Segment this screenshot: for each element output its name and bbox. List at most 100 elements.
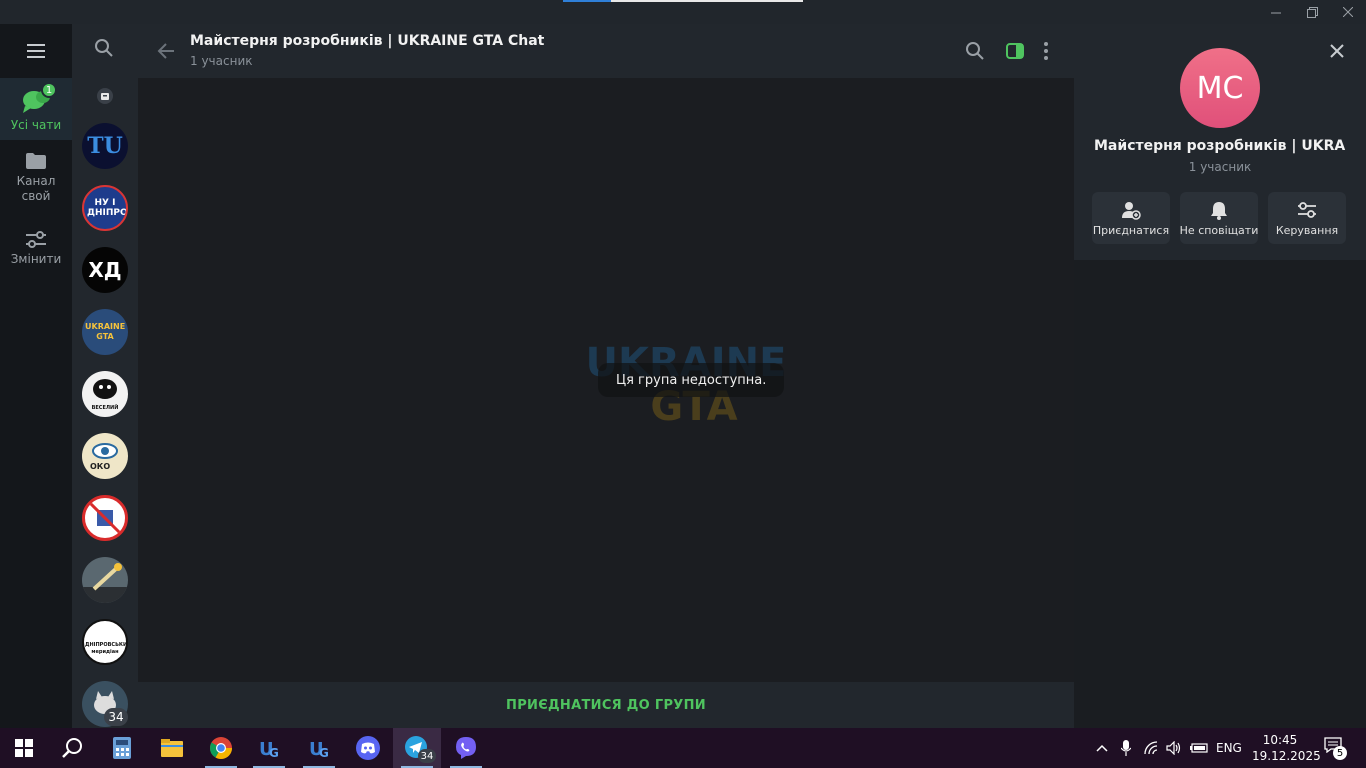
- chat-avatar-nu-i-dnipro[interactable]: НУ І ДНІПРО: [82, 185, 128, 231]
- loading-strip: [563, 0, 803, 2]
- clock-time: 10:45: [1262, 733, 1298, 747]
- notification-count: 5: [1333, 746, 1347, 760]
- chat-avatar-rocket[interactable]: [82, 557, 128, 603]
- microphone-indicator[interactable]: [1121, 728, 1131, 768]
- main-menu-button[interactable]: [0, 24, 72, 78]
- manage-action-button[interactable]: Керування: [1268, 192, 1346, 244]
- chat-avatar-oko[interactable]: ОКО: [82, 433, 128, 479]
- system-clock[interactable]: 10:45 19.12.2025: [1252, 732, 1321, 764]
- sliders-icon: [1298, 201, 1316, 218]
- group-avatar[interactable]: MC: [1180, 48, 1260, 128]
- sliders-icon: [26, 231, 46, 248]
- file-explorer-app[interactable]: [148, 728, 196, 768]
- folder-icon: [161, 739, 183, 757]
- restore-button[interactable]: [1294, 0, 1330, 24]
- notification-icon: 5: [1324, 737, 1347, 760]
- folder-label: Канал свой: [16, 174, 56, 203]
- search-icon: [62, 738, 82, 758]
- toggle-info-panel-button[interactable]: [1005, 41, 1025, 65]
- chat-search-button[interactable]: [965, 41, 985, 65]
- group-name: Майстерня розробників | UKRAI...: [1094, 138, 1346, 154]
- action-label: Керування: [1275, 223, 1339, 237]
- viber-app[interactable]: [442, 728, 490, 768]
- chat-messages-area: UKRAINE GTA Ця група недоступна.: [138, 78, 1074, 682]
- eye-icon: [92, 443, 118, 459]
- app-logo-icon: UG: [309, 739, 329, 759]
- minimize-button[interactable]: [1258, 0, 1294, 24]
- calculator-app[interactable]: [98, 728, 146, 768]
- clock-date: 19.12.2025: [1252, 749, 1321, 763]
- more-options-button[interactable]: [1042, 41, 1050, 65]
- group-info-panel: MC Майстерня розробників | UKRAI... 1 уч…: [1074, 24, 1366, 728]
- chevron-up-icon: [1096, 744, 1108, 752]
- group-member-count: 1 учасник: [1188, 160, 1252, 174]
- taskbar-search-button[interactable]: [48, 728, 96, 768]
- join-group-button[interactable]: ПРИЄДНАТИСЯ ДО ГРУПИ: [506, 698, 706, 713]
- bell-icon: [1211, 201, 1227, 220]
- app-launcher-1[interactable]: UG: [245, 728, 293, 768]
- unread-badge: 1: [41, 82, 57, 98]
- windows-logo-icon: [15, 739, 33, 757]
- discord-icon: [356, 736, 380, 760]
- folder-icon: [26, 153, 46, 169]
- action-label: Не сповіщати: [1179, 223, 1259, 237]
- chrome-icon: [210, 737, 232, 759]
- network-indicator[interactable]: [1144, 728, 1160, 768]
- unread-count-badge: 34: [104, 708, 128, 726]
- window-titlebar: [0, 0, 1366, 24]
- archive-button[interactable]: [97, 88, 113, 104]
- start-button[interactable]: [0, 728, 48, 768]
- calculator-icon: [113, 737, 131, 759]
- member-count: 1 учасник: [190, 54, 253, 68]
- language-indicator[interactable]: ENG: [1216, 728, 1242, 768]
- close-panel-button[interactable]: [1328, 42, 1346, 64]
- telegram-icon: 34: [404, 735, 436, 763]
- folder-edit[interactable]: Змінити: [0, 230, 72, 280]
- hamburger-icon: [27, 44, 45, 58]
- folder-all-chats[interactable]: 1 Усі чати: [0, 78, 72, 140]
- app-logo-icon: UG: [259, 739, 279, 759]
- svg-text:G: G: [269, 746, 279, 759]
- chrome-app[interactable]: [197, 728, 245, 768]
- close-icon: [1330, 44, 1344, 58]
- microphone-icon: [1121, 740, 1131, 756]
- svg-text:G: G: [319, 746, 329, 759]
- chat-avatar-forbidden[interactable]: [82, 495, 128, 541]
- discord-app[interactable]: [344, 728, 392, 768]
- mute-action-button[interactable]: Не сповіщати: [1180, 192, 1258, 244]
- show-hidden-icons-button[interactable]: [1096, 728, 1108, 768]
- folders-sidebar: 1 Усі чати Канал свой Змінити: [0, 24, 72, 728]
- search-icon: [95, 39, 113, 57]
- volume-indicator[interactable]: [1166, 728, 1182, 768]
- back-button[interactable]: [156, 41, 176, 65]
- join-action-button[interactable]: Приєднатися: [1092, 192, 1170, 244]
- battery-indicator[interactable]: [1190, 728, 1208, 768]
- action-label: Приєднатися: [1092, 223, 1170, 237]
- chat-list: TU НУ І ДНІПРО ХД UKRAINE GTA ВЕСЕЛИЙ ОК…: [72, 24, 138, 728]
- close-window-button[interactable]: [1330, 0, 1366, 24]
- search-button[interactable]: [94, 38, 114, 62]
- add-user-icon: [1122, 201, 1141, 220]
- telegram-badge: 34: [418, 749, 436, 763]
- folder-label: Усі чати: [10, 118, 62, 132]
- chat-avatar-ukraine-gta[interactable]: UKRAINE GTA: [82, 309, 128, 355]
- folder-channel[interactable]: Канал свой: [0, 152, 72, 212]
- notification-center-button[interactable]: 5: [1324, 728, 1347, 768]
- back-arrow-icon: [157, 43, 174, 59]
- chat-avatar-tu[interactable]: TU: [82, 123, 128, 169]
- join-group-bar[interactable]: ПРИЄДНАТИСЯ ДО ГРУПИ: [138, 682, 1074, 728]
- kebab-menu-icon: [1044, 42, 1048, 60]
- archive-icon: [101, 93, 109, 100]
- chat-avatar-dniprovskyi[interactable]: ДНІПРОВСЬКИЙ меридіан: [82, 619, 128, 665]
- chat-avatar-veselyi[interactable]: ВЕСЕЛИЙ: [82, 371, 128, 417]
- group-info-header: MC Майстерня розробників | UKRAI... 1 уч…: [1074, 24, 1366, 260]
- sidebar-panel-icon: [1006, 43, 1024, 59]
- chat-header: Майстерня розробників | UKRAINE GTA Chat…: [138, 24, 1074, 78]
- group-unavailable-message: Ця група недоступна.: [598, 363, 785, 397]
- telegram-app[interactable]: 34: [393, 728, 441, 768]
- app-launcher-2[interactable]: UG: [295, 728, 343, 768]
- wifi-icon: [1144, 741, 1158, 755]
- chat-avatar-hd[interactable]: ХД: [82, 247, 128, 293]
- chat-title[interactable]: Майстерня розробників | UKRAINE GTA Chat: [190, 33, 544, 49]
- prohibited-icon: [87, 500, 123, 536]
